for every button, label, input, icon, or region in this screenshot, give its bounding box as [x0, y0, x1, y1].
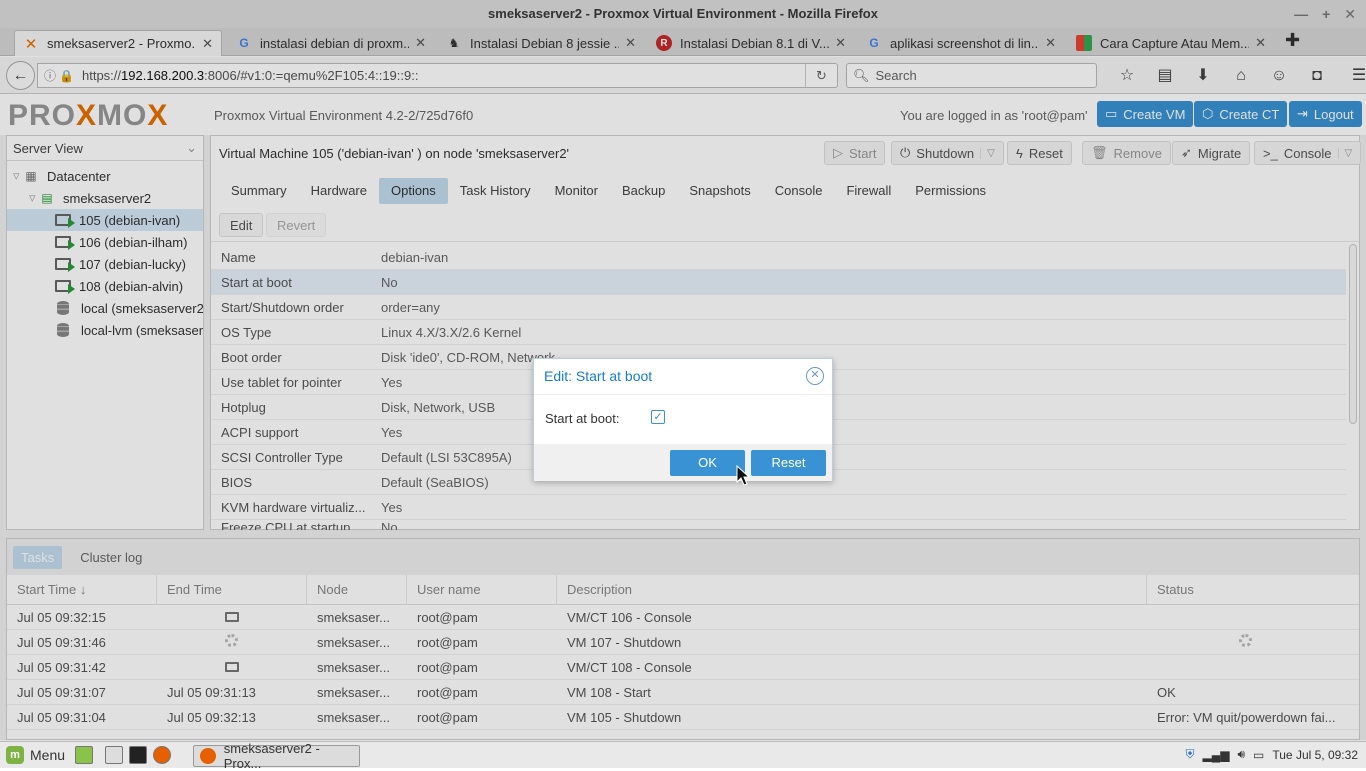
- system-tray: ⛨ ▂▄▆ 🔊︎ ▭ Tue Jul 5, 09:32: [1185, 747, 1358, 762]
- terminal-icon[interactable]: [129, 746, 148, 764]
- os-taskbar: m Menu smeksaserver2 - Prox... ⛨ ▂▄▆ 🔊︎ …: [0, 741, 1366, 771]
- network-icon[interactable]: ▂▄▆: [1203, 748, 1230, 762]
- close-icon[interactable]: ✕: [806, 367, 824, 385]
- volume-icon[interactable]: 🔊︎: [1237, 747, 1245, 762]
- mint-logo-icon: m: [6, 746, 24, 764]
- edit-dialog: Edit: Start at boot ✕ Start at boot: ✓ O…: [533, 358, 833, 481]
- show-desktop-icon[interactable]: [75, 746, 94, 764]
- start-at-boot-checkbox[interactable]: ✓: [651, 410, 665, 424]
- dialog-title: Edit: Start at boot: [544, 368, 653, 384]
- clock[interactable]: Tue Jul 5, 09:32: [1272, 748, 1358, 762]
- reset-dialog-button[interactable]: Reset: [751, 450, 826, 476]
- start-menu-button[interactable]: m Menu: [0, 746, 65, 764]
- file-manager-icon[interactable]: [105, 746, 124, 764]
- taskbar-window-item[interactable]: smeksaserver2 - Prox...: [193, 741, 360, 771]
- ok-button[interactable]: OK: [670, 450, 745, 476]
- battery-icon[interactable]: ▭: [1253, 748, 1264, 762]
- shield-icon[interactable]: ⛨: [1185, 747, 1194, 762]
- mouse-cursor-icon: [736, 465, 750, 486]
- firefox-icon: [200, 748, 216, 764]
- start-at-boot-label: Start at boot:: [545, 411, 620, 426]
- firefox-icon[interactable]: [153, 746, 172, 764]
